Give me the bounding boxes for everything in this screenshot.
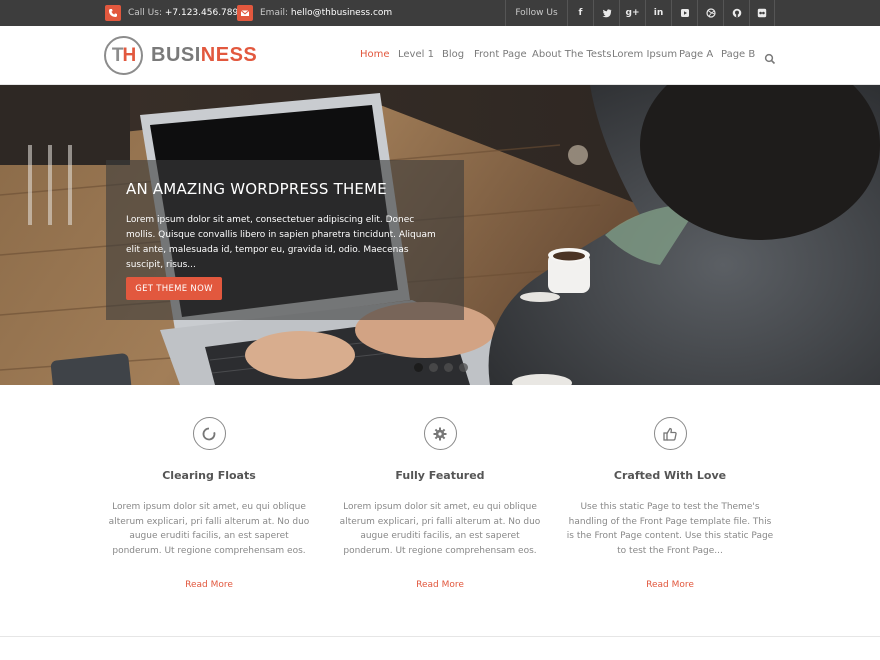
read-more-link[interactable]: Read More [335,580,545,590]
nav-lorem-ipsum[interactable]: Lorem Ipsum [612,49,677,60]
search-icon[interactable] [764,50,776,65]
facebook-icon[interactable]: f [567,0,593,26]
get-theme-button[interactable]: GET THEME NOW [126,277,222,300]
feature-text: Lorem ipsum dolor sit amet, eu qui obliq… [108,502,310,556]
slider-pagination [414,363,468,372]
github-icon[interactable] [723,0,749,26]
feature-fully-featured: Fully Featured Lorem ipsum dolor sit ame… [335,417,545,590]
email-label: Email: [260,8,291,18]
youtube-icon[interactable] [671,0,697,26]
nav-front-page[interactable]: Front Page [474,49,527,60]
feature-title: Clearing Floats [162,469,256,482]
hero-text: Lorem ipsum dolor sit amet, consectetuer… [126,215,436,270]
nav-blog[interactable]: Blog [442,49,464,60]
social-links: f g+ in [567,0,775,26]
feature-text: Lorem ipsum dolor sit amet, eu qui obliq… [339,502,541,556]
flickr-icon[interactable] [749,0,775,26]
feature-title: Crafted With Love [613,469,727,482]
nav-about-the-tests[interactable]: About The Tests [532,49,611,60]
nav-level-1[interactable]: Level 1 [398,49,434,60]
feature-clearing-floats: Clearing Floats Lorem ipsum dolor sit am… [104,417,314,590]
site-header: TH BUSINESS Home Level 1 Blog Front Page… [0,26,880,85]
gear-icon [423,417,457,450]
hero-slider: AN AMAZING WORDPRESS THEME Lorem ipsum d… [0,85,880,385]
slider-dot[interactable] [459,363,468,372]
nav-page-b[interactable]: Page B [721,49,755,60]
top-bar: Call Us: +7.123.456.789 Email: hello@thb… [0,0,880,26]
read-more-link[interactable]: Read More [104,580,314,590]
nav-home[interactable]: Home [360,49,390,60]
section-divider [0,636,880,637]
dribbble-icon[interactable] [697,0,723,26]
slider-dot[interactable] [444,363,453,372]
phone-number: +7.123.456.789 [164,8,239,18]
slider-dot[interactable] [429,363,438,372]
hero-title: AN AMAZING WORDPRESS THEME [126,180,387,198]
feature-crafted-with-love: Crafted With Love Use this static Page t… [565,417,775,590]
email-contact: Email: hello@thbusiness.com [237,5,392,21]
email-address[interactable]: hello@thbusiness.com [291,8,392,18]
phone-icon [105,5,121,21]
follow-us-label: Follow Us [505,0,567,26]
spinner-icon [192,417,226,450]
twitter-icon[interactable] [593,0,619,26]
main-nav: Home Level 1 Blog Front Page About The T… [0,26,880,85]
nav-page-a[interactable]: Page A [679,49,713,60]
read-more-link[interactable]: Read More [565,580,775,590]
phone-contact: Call Us: +7.123.456.789 [105,5,238,21]
thumbs-up-icon [653,417,687,450]
feature-title: Fully Featured [395,469,485,482]
slider-dot[interactable] [414,363,423,372]
linkedin-icon[interactable]: in [645,0,671,26]
google-plus-icon[interactable]: g+ [619,0,645,26]
phone-label: Call Us: [128,8,165,18]
envelope-icon [237,5,253,21]
hero-caption: AN AMAZING WORDPRESS THEME Lorem ipsum d… [106,160,464,320]
feature-text: Use this static Page to test the Theme's… [566,502,774,556]
